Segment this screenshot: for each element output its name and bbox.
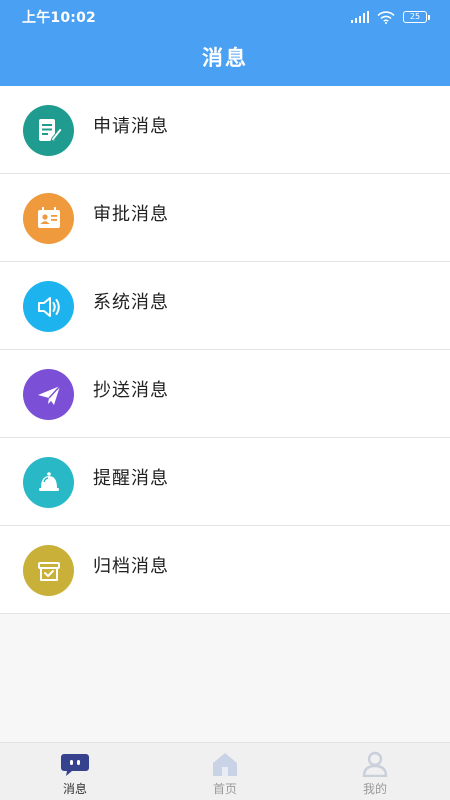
home-icon bbox=[213, 753, 237, 776]
message-item-label: 审批消息 bbox=[93, 204, 169, 225]
chat-bubble-icon bbox=[61, 754, 89, 776]
id-card-icon bbox=[23, 193, 74, 244]
message-category-list: 申请消息 审批消息 系统消息 抄送消息 提醒消息 归档消息 bbox=[0, 86, 450, 614]
tab-label: 消息 bbox=[62, 782, 87, 796]
message-item-label: 提醒消息 bbox=[93, 468, 169, 489]
tab-label: 首页 bbox=[212, 782, 237, 796]
person-icon bbox=[362, 751, 388, 777]
status-icons: 25 bbox=[351, 10, 430, 24]
message-item-approval[interactable]: 审批消息 bbox=[0, 174, 450, 262]
bell-icon bbox=[23, 457, 74, 508]
battery-level: 25 bbox=[403, 11, 427, 23]
message-item-label: 申请消息 bbox=[93, 116, 169, 137]
status-time: 上午10:02 bbox=[22, 10, 96, 26]
tab-label: 我的 bbox=[362, 782, 387, 796]
paper-plane-icon bbox=[23, 369, 74, 420]
wifi-icon bbox=[377, 10, 395, 24]
message-item-label: 归档消息 bbox=[93, 556, 169, 577]
status-bar: 上午10:02 25 bbox=[0, 0, 450, 34]
message-item-system[interactable]: 系统消息 bbox=[0, 262, 450, 350]
tab-home[interactable]: 首页 bbox=[150, 743, 300, 800]
document-edit-icon bbox=[23, 105, 74, 156]
message-item-cc[interactable]: 抄送消息 bbox=[0, 350, 450, 438]
message-item-label: 系统消息 bbox=[93, 292, 169, 313]
message-item-application[interactable]: 申请消息 bbox=[0, 86, 450, 174]
signal-icon bbox=[351, 11, 369, 23]
battery-icon: 25 bbox=[403, 11, 430, 23]
page-title: 消息 bbox=[202, 46, 248, 70]
speaker-icon bbox=[23, 281, 74, 332]
message-item-reminder[interactable]: 提醒消息 bbox=[0, 438, 450, 526]
archive-box-icon bbox=[23, 545, 74, 596]
message-item-label: 抄送消息 bbox=[93, 380, 169, 401]
message-item-archive[interactable]: 归档消息 bbox=[0, 526, 450, 614]
tab-messages[interactable]: 消息 bbox=[0, 743, 150, 800]
tab-profile[interactable]: 我的 bbox=[300, 743, 450, 800]
app-header: 上午10:02 25 消息 bbox=[0, 0, 450, 86]
bottom-tab-bar: 消息 首页 我的 bbox=[0, 742, 450, 800]
